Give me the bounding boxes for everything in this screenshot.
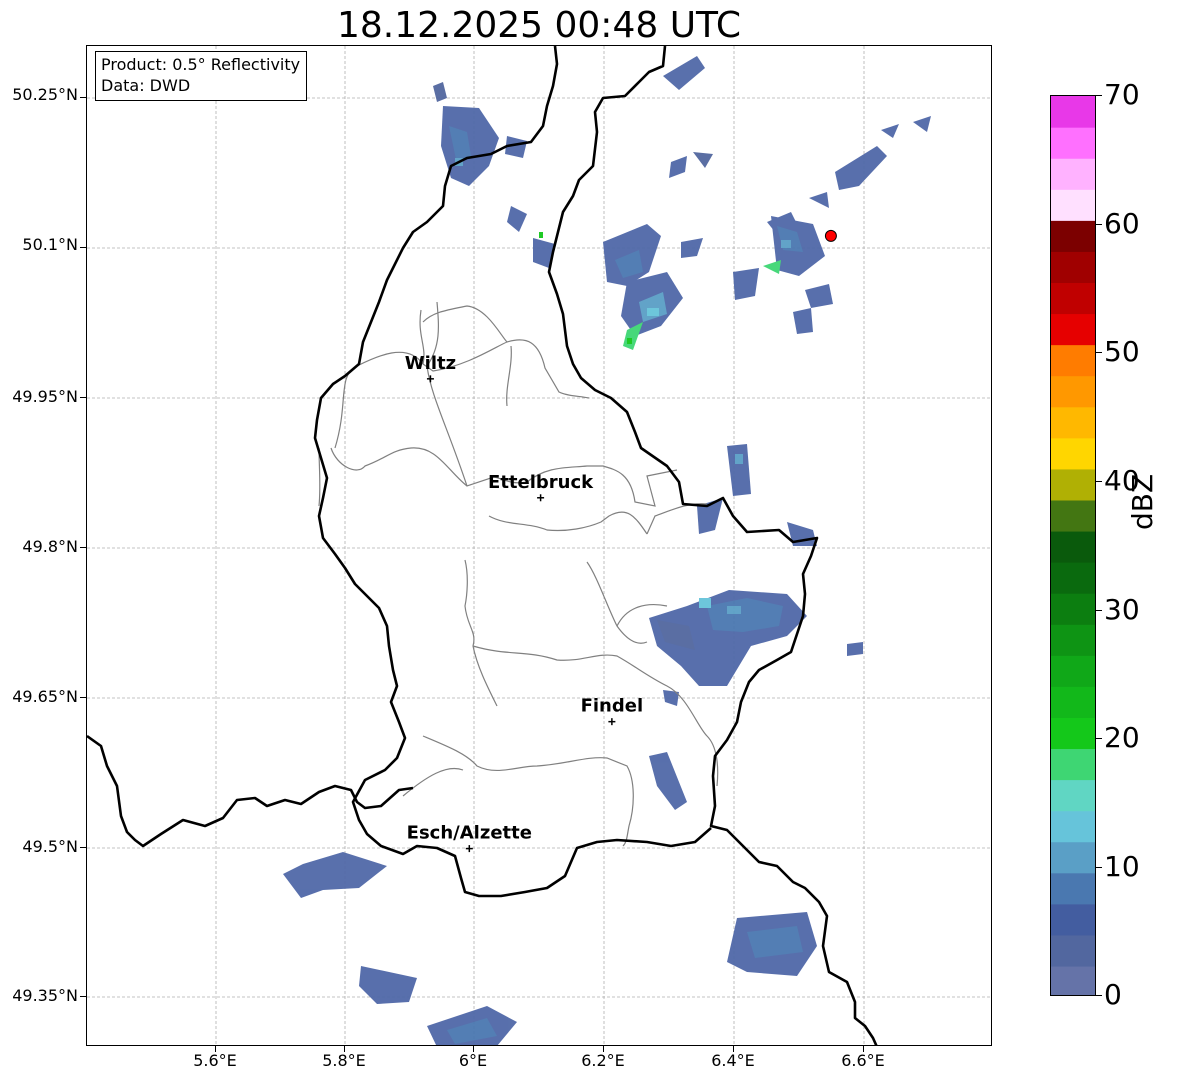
lon-tick-label: 6.2°E xyxy=(581,1051,625,1070)
lat-tick-mark xyxy=(80,247,86,248)
colorbar-band xyxy=(1051,810,1095,843)
lat-tick-mark xyxy=(80,397,86,398)
lat-tick-label: 49.65°N xyxy=(12,687,78,706)
lon-tick-mark xyxy=(733,1046,734,1052)
colorbar-band xyxy=(1051,375,1095,408)
colorbar-band xyxy=(1051,686,1095,718)
lon-tick-mark xyxy=(215,1046,216,1052)
map-title: 18.12.2025 00:48 UTC xyxy=(336,5,742,46)
colorbar-band xyxy=(1051,127,1095,159)
colorbar-tick-mark xyxy=(1096,352,1102,353)
colorbar-tick-label: 60 xyxy=(1104,207,1140,240)
colorbar-band xyxy=(1051,655,1095,687)
colorbar-tick-mark xyxy=(1096,481,1102,482)
colorbar-tick-label: 30 xyxy=(1104,593,1140,626)
lat-tick-mark xyxy=(80,847,86,848)
colorbar-tick-mark xyxy=(1096,224,1102,225)
colorbar-tick-label: 70 xyxy=(1104,78,1140,111)
lat-tick-mark xyxy=(80,996,86,997)
colorbar-band xyxy=(1051,251,1095,284)
colorbar-band xyxy=(1051,748,1095,781)
city-label: Findel xyxy=(581,696,644,717)
lon-tick-mark xyxy=(473,1046,474,1052)
lon-tick-label: 6.6°E xyxy=(841,1051,885,1070)
city-label: Ettelbruck xyxy=(488,472,594,493)
radar-echoes xyxy=(283,56,931,1045)
lat-tick-label: 49.35°N xyxy=(12,986,78,1005)
lat-tick-label: 49.8°N xyxy=(22,537,78,556)
lon-tick-mark xyxy=(863,1046,864,1052)
city-markers: Wiltz Ettelbruck Findel Esch/Alzette xyxy=(405,353,644,853)
colorbar-tick-mark xyxy=(1096,95,1102,96)
colorbar-band xyxy=(1051,220,1095,252)
colorbar-tick-label: 50 xyxy=(1104,335,1140,368)
colorbar-band xyxy=(1051,562,1095,594)
lon-tick-label: 5.8°E xyxy=(322,1051,366,1070)
colorbar-band xyxy=(1051,717,1095,750)
product-label: Product: 0.5° Reflectivity xyxy=(101,55,301,74)
colorbar xyxy=(1050,95,1096,996)
city-findel: Findel xyxy=(581,696,644,726)
colorbar-tick-mark xyxy=(1096,610,1102,611)
city-ettelbruck: Ettelbruck xyxy=(488,472,594,502)
colorbar-band xyxy=(1051,158,1095,190)
lat-tick-label: 50.1°N xyxy=(22,235,78,254)
colorbar-band xyxy=(1051,468,1095,501)
data-source-label: Data: DWD xyxy=(101,76,191,95)
colorbar-band xyxy=(1051,313,1095,346)
lat-tick-mark xyxy=(80,97,86,98)
lat-tick-mark xyxy=(80,697,86,698)
colorbar-tick-label: 0 xyxy=(1104,978,1122,1011)
colorbar-band xyxy=(1051,530,1095,563)
lon-tick-mark xyxy=(344,1046,345,1052)
colorbar-band xyxy=(1051,903,1095,936)
lat-tick-label: 49.5°N xyxy=(22,837,78,856)
city-wiltz: Wiltz xyxy=(405,353,456,383)
colorbar-band xyxy=(1051,934,1095,967)
colorbar-tick-mark xyxy=(1096,867,1102,868)
colorbar-band xyxy=(1051,282,1095,315)
colorbar-tick-label: 10 xyxy=(1104,850,1140,883)
colorbar-title: dBZ xyxy=(1126,473,1159,530)
gridlines xyxy=(87,46,991,1045)
map-area[interactable]: Wiltz Ettelbruck Findel Esch/Alzette xyxy=(86,45,992,1046)
colorbar-band xyxy=(1051,965,1095,995)
colorbar-band xyxy=(1051,779,1095,812)
lon-tick-label: 6°E xyxy=(458,1051,488,1070)
colorbar-band xyxy=(1051,624,1095,656)
colorbar-band xyxy=(1051,499,1095,532)
lat-tick-label: 49.95°N xyxy=(12,387,78,406)
lon-tick-label: 6.4°E xyxy=(711,1051,755,1070)
lat-tick-mark xyxy=(80,547,86,548)
colorbar-band xyxy=(1051,189,1095,221)
colorbar-band xyxy=(1051,872,1095,905)
colorbar-tick-mark xyxy=(1096,738,1102,739)
lon-tick-label: 5.6°E xyxy=(193,1051,237,1070)
colorbar-band xyxy=(1051,96,1095,128)
colorbar-band xyxy=(1051,841,1095,874)
colorbar-band xyxy=(1051,344,1095,377)
colorbar-tick-mark xyxy=(1096,995,1102,996)
colorbar-band xyxy=(1051,437,1095,470)
colorbar-band xyxy=(1051,593,1095,625)
country-borders xyxy=(87,46,878,1045)
city-label: Wiltz xyxy=(405,353,456,374)
colorbar-tick-label: 20 xyxy=(1104,721,1140,754)
lat-tick-label: 50.25°N xyxy=(12,85,78,104)
lon-tick-mark xyxy=(603,1046,604,1052)
product-info-box: Product: 0.5° Reflectivity Data: DWD xyxy=(95,51,308,101)
colorbar-band xyxy=(1051,406,1095,439)
city-label: Esch/Alzette xyxy=(407,823,532,844)
radar-site-marker xyxy=(824,229,837,242)
